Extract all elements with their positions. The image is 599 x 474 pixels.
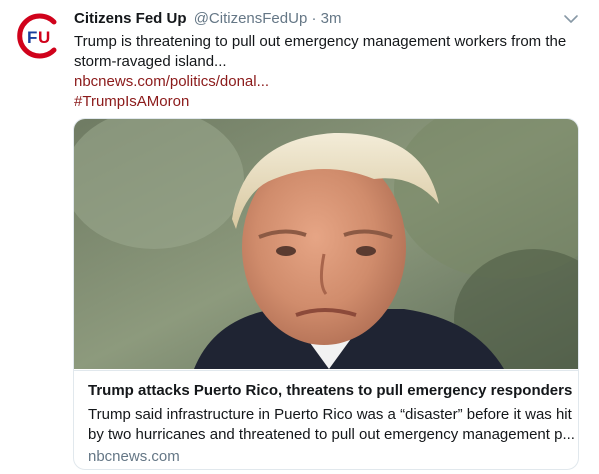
card-description-line-2: by two hurricanes and threatened to pull… <box>88 426 575 443</box>
link-preview-card[interactable]: Trump attacks Puerto Rico, threatens to … <box>73 118 579 470</box>
card-description-line-1: Trump said infrastructure in Puerto Rico… <box>88 406 572 423</box>
card-body[interactable]: Trump attacks Puerto Rico, threatens to … <box>74 370 578 469</box>
news-photo <box>74 119 578 369</box>
svg-text:F: F <box>27 28 37 47</box>
tweet-link[interactable]: nbcnews.com/politics/donal... <box>74 73 269 90</box>
tweet-text: Trump is threatening to pull out emergen… <box>74 32 579 112</box>
separator-dot: · <box>311 10 317 27</box>
tweet[interactable]: F U Citizens Fed Up @CitizensFedUp · 3m … <box>0 0 599 474</box>
tweet-text-line-1: Trump is threatening to pull out emergen… <box>74 33 567 50</box>
svg-text:U: U <box>38 28 50 47</box>
tweet-text-line-2: storm-ravaged island... <box>74 53 227 70</box>
timestamp[interactable]: 3m <box>321 10 342 27</box>
citizens-fed-up-logo: F U <box>17 13 57 59</box>
user-handle[interactable]: @CitizensFedUp <box>194 10 308 27</box>
display-name[interactable]: Citizens Fed Up <box>74 10 187 27</box>
card-domain: nbcnews.com <box>88 448 180 465</box>
hashtag-link[interactable]: #TrumpIsAMoron <box>74 93 189 110</box>
tweet-header: Citizens Fed Up @CitizensFedUp · 3m <box>74 9 554 29</box>
chevron-down-icon[interactable] <box>562 10 580 28</box>
card-title[interactable]: Trump attacks Puerto Rico, threatens to … <box>88 381 572 401</box>
card-description: Trump said infrastructure in Puerto Rico… <box>88 405 575 445</box>
avatar[interactable]: F U <box>14 12 62 60</box>
card-image[interactable] <box>74 119 578 369</box>
